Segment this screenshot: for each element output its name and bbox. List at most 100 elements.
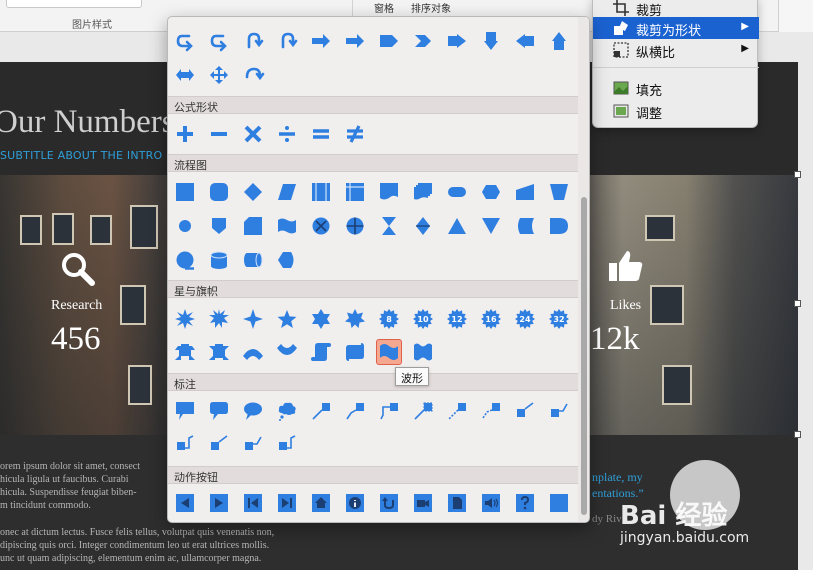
shape-badge5[interactable]: 32 [546, 306, 572, 332]
shape-dblwave[interactable] [410, 339, 436, 365]
resize-handle-top-right[interactable] [794, 171, 801, 178]
shape-line-callout7[interactable] [206, 431, 232, 457]
shape-downblock[interactable] [478, 28, 504, 54]
shape-stored[interactable] [512, 213, 538, 239]
shape-directaccess[interactable] [240, 247, 266, 273]
shape-display[interactable] [274, 247, 300, 273]
shape-burst[interactable] [172, 306, 198, 332]
shape-magdisk[interactable] [206, 247, 232, 273]
shape-plus[interactable] [172, 121, 198, 147]
shape-quad[interactable] [206, 62, 232, 88]
shape-scrollv[interactable] [308, 339, 334, 365]
shape-ab-return[interactable] [376, 490, 402, 516]
shape-callout-cloud[interactable] [274, 398, 300, 424]
slide-title[interactable]: Our Numbers [0, 104, 175, 141]
scrollbar-thumb[interactable] [581, 197, 587, 515]
shape-sort[interactable] [410, 213, 436, 239]
shape-multidoc[interactable] [410, 179, 436, 205]
shape-rect[interactable] [172, 179, 198, 205]
shape-prep[interactable] [478, 179, 504, 205]
shape-ab-movie[interactable] [410, 490, 436, 516]
shape-ribbondown[interactable] [206, 339, 232, 365]
shape-badge0[interactable]: 8 [376, 306, 402, 332]
paragraph-text[interactable]: orem ipsum dolor sit amet, consect hicul… [0, 460, 140, 512]
shape-curvearrow[interactable] [172, 28, 198, 54]
shape-lrarrow[interactable] [172, 62, 198, 88]
shape-line-callout8[interactable] [546, 398, 572, 424]
shape-leftblock[interactable] [512, 28, 538, 54]
shape-ab-help[interactable] [512, 490, 538, 516]
shape-line-callout9[interactable] [274, 431, 300, 457]
shape-ab-home[interactable] [308, 490, 334, 516]
shape-pentagon[interactable] [376, 28, 402, 54]
shape-ab-fwd[interactable] [206, 490, 232, 516]
shape-orjunc[interactable] [342, 213, 368, 239]
shape-card[interactable] [240, 213, 266, 239]
arrange-objects-button[interactable]: 排序对象 [411, 0, 451, 15]
shape-ab-doc[interactable] [444, 490, 470, 516]
menu-item-aspect-ratio[interactable]: 纵横比 ▶ [593, 39, 759, 61]
shape-line-callout5[interactable] [444, 398, 470, 424]
shape-line-callout7[interactable] [512, 398, 538, 424]
shape-star4[interactable] [240, 306, 266, 332]
shape-sumjunc[interactable] [308, 213, 334, 239]
resize-handle-bottom-right[interactable] [794, 431, 801, 438]
shape-star5[interactable] [274, 306, 300, 332]
shape-badge4[interactable]: 24 [512, 306, 538, 332]
shape-seqaccess[interactable] [172, 247, 198, 273]
shape-minus[interactable] [206, 121, 232, 147]
shape-line-callout1[interactable] [308, 398, 334, 424]
shape-ab-blank[interactable] [546, 490, 572, 516]
shape-manualop[interactable] [546, 179, 572, 205]
shape-document[interactable] [376, 179, 402, 205]
shape-connector[interactable] [172, 213, 198, 239]
shape-line-callout9[interactable] [172, 431, 198, 457]
shape-merge[interactable] [478, 213, 504, 239]
shape-burst2[interactable] [206, 306, 232, 332]
shape-ab-sound[interactable] [478, 490, 504, 516]
shape-delay[interactable] [546, 213, 572, 239]
shape-callout-rect[interactable] [172, 398, 198, 424]
shape-upblock[interactable] [546, 28, 572, 54]
shape-curveddown[interactable] [274, 339, 300, 365]
shape-star7[interactable] [342, 306, 368, 332]
shape-equal[interactable] [308, 121, 334, 147]
shape-internal[interactable] [342, 179, 368, 205]
shape-noteq[interactable] [342, 121, 368, 147]
menu-item-fit[interactable]: 调整 [593, 100, 759, 122]
shape-predef[interactable] [308, 179, 334, 205]
menu-item-crop-to-shape[interactable]: 裁剪为形状 ▶ [593, 17, 759, 39]
shape-badge3[interactable]: 16 [478, 306, 504, 332]
shape-terminator[interactable] [444, 179, 470, 205]
picture-style-gallery[interactable] [6, 0, 142, 8]
shape-ab-begin[interactable] [240, 490, 266, 516]
shape-diamond[interactable] [240, 179, 266, 205]
shape-extract[interactable] [444, 213, 470, 239]
shape-callout-rrect[interactable] [206, 398, 232, 424]
shapes-gallery-panel[interactable]: 公式形状 流程图 星与旗帜 标注 动作按钮 8 10 12 16 24 32 [167, 16, 590, 523]
shape-tape[interactable] [274, 213, 300, 239]
shape-curvedup[interactable] [240, 339, 266, 365]
shape-star6[interactable] [308, 306, 334, 332]
shape-rrect[interactable] [206, 179, 232, 205]
shape-uturn[interactable] [240, 28, 266, 54]
shape-line-callout8[interactable] [240, 431, 266, 457]
shape-circarrow[interactable] [240, 62, 266, 88]
shape-badge1[interactable]: 10 [410, 306, 436, 332]
selection-pane-button[interactable]: 窗格 [374, 0, 394, 15]
shape-divide[interactable] [274, 121, 300, 147]
shape-manualinput[interactable] [512, 179, 538, 205]
shape-uturn[interactable] [274, 28, 300, 54]
shape-ab-end[interactable] [274, 490, 300, 516]
shape-line-callout4[interactable] [410, 398, 436, 424]
shape-ribbonup[interactable] [172, 339, 198, 365]
shape-arrowR[interactable] [342, 28, 368, 54]
shape-wave[interactable] [376, 339, 402, 365]
shape-ab-back[interactable] [172, 490, 198, 516]
shape-chevron[interactable] [410, 28, 436, 54]
shape-offpage[interactable] [206, 213, 232, 239]
slide-subtitle[interactable]: SUBTITLE ABOUT THE INTRO [0, 149, 162, 162]
shape-badge2[interactable]: 12 [444, 306, 470, 332]
menu-item-fill[interactable]: 填充 [593, 77, 759, 99]
shape-curvearrow[interactable] [206, 28, 232, 54]
